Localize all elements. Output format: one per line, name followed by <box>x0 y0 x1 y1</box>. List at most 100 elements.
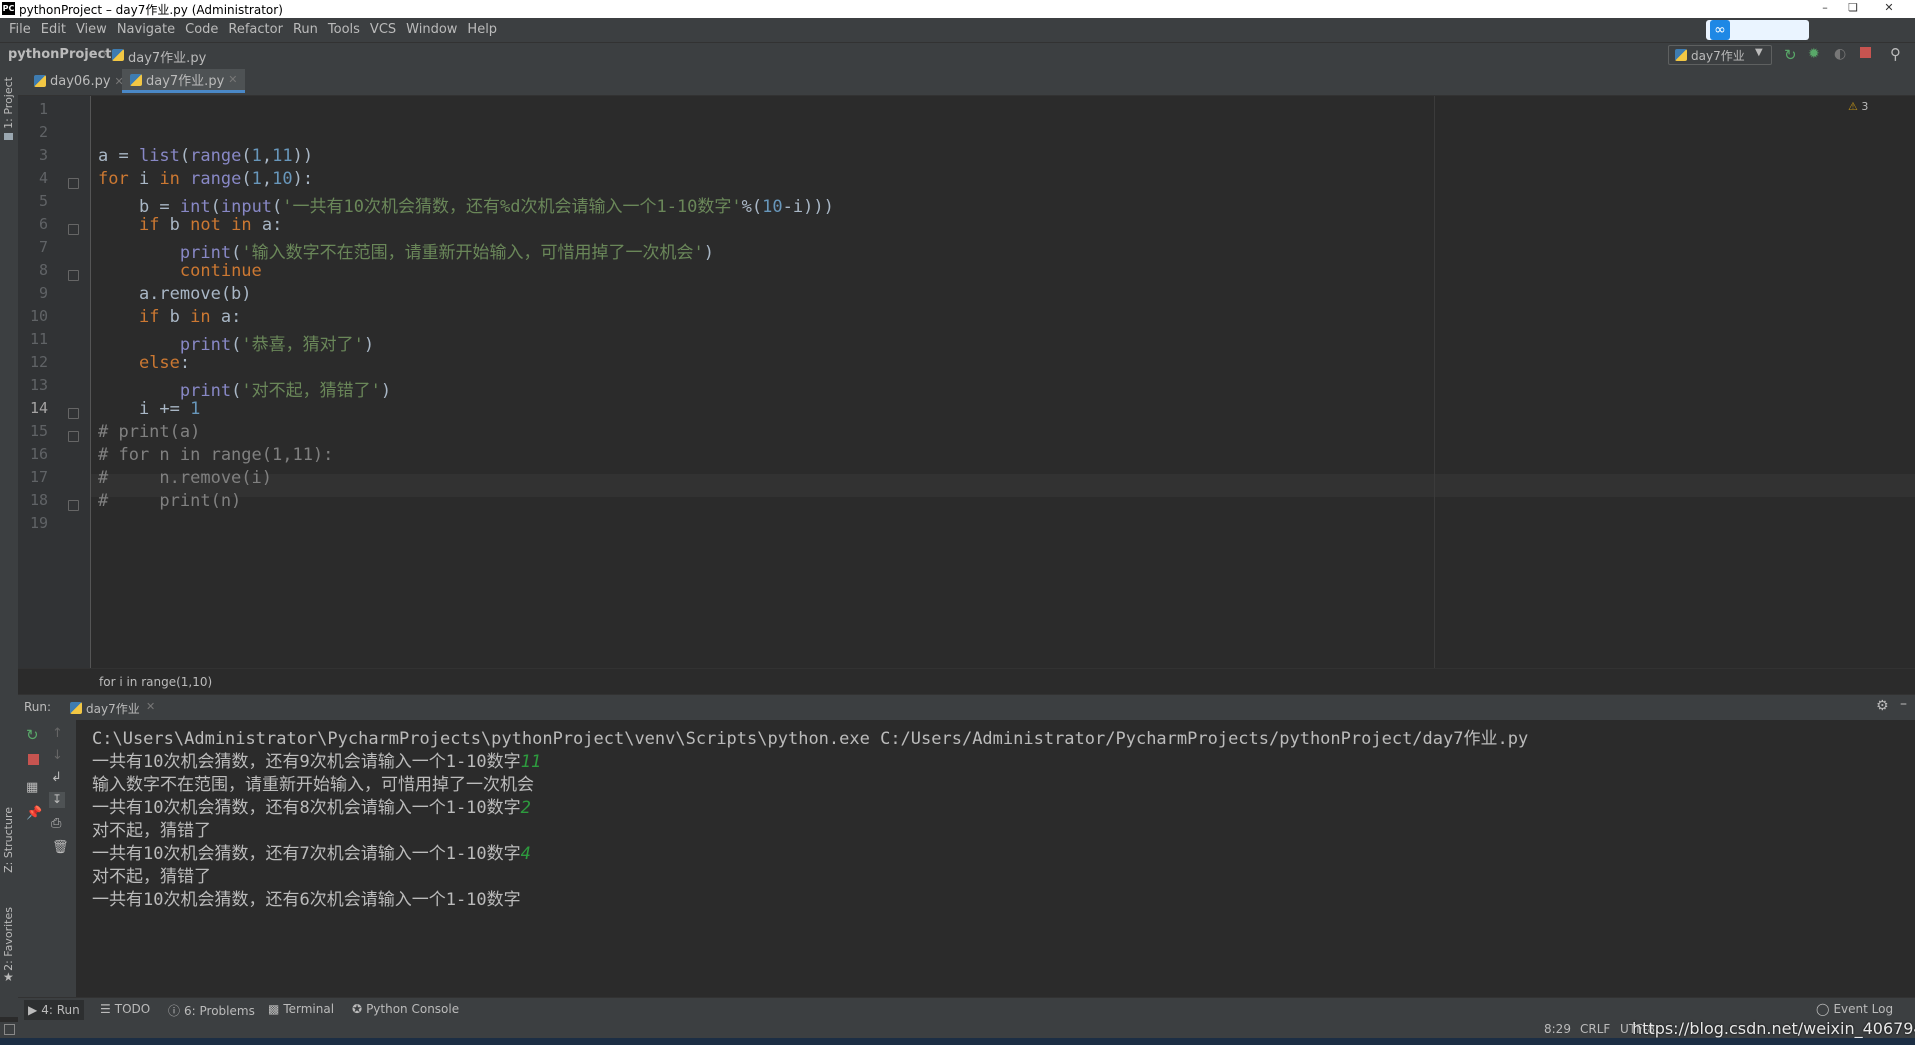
fold-marker-icon[interactable] <box>68 224 79 235</box>
code-line: continue <box>179 261 262 281</box>
todo-tool-button[interactable]: ☰ TODO <box>100 1002 150 1016</box>
line-number: 16 <box>29 445 48 463</box>
info-icon: ⓘ <box>168 1004 181 1018</box>
navigation-bar: pythonProject › day7作业.py day7作业 ▼ ↻ ✹ ◐… <box>0 42 1915 67</box>
list-icon: ☰ <box>100 1002 111 1016</box>
fold-marker-icon[interactable] <box>68 408 79 419</box>
line-number: 5 <box>38 192 48 210</box>
close-button[interactable]: ✕ <box>1876 0 1902 16</box>
rerun-icon[interactable]: ↻ <box>1784 46 1797 64</box>
run-tool-label: 4: Run <box>41 1003 80 1017</box>
line-separator[interactable]: CRLF <box>1580 1022 1610 1036</box>
code-line: print('对不起，猜错了') <box>179 381 392 401</box>
rerun-icon[interactable]: ↻ <box>26 726 39 744</box>
code-editor[interactable]: 1 2 3 4 5 6 7 8 9 10 11 12 13 14 15 16 1… <box>18 96 1915 668</box>
cloud-icon: ∞ <box>1710 20 1730 40</box>
console-output-text: 对不起，猜错了 <box>92 821 211 841</box>
trash-icon[interactable]: 🗑 <box>52 840 69 855</box>
search-icon[interactable]: ⚲ <box>1890 45 1901 63</box>
code-line: print('输入数字不在范围，请重新开始输入，可惜用掉了一次机会') <box>179 243 715 263</box>
play-icon: ▶ <box>28 1003 38 1017</box>
menu-help[interactable]: Help <box>462 22 502 37</box>
menu-window[interactable]: Window <box>401 22 462 37</box>
run-console[interactable]: C:\Users\Administrator\PycharmProjects\p… <box>76 720 1915 997</box>
pin-icon[interactable]: 📌 <box>26 806 42 821</box>
watermark-text: https://blog.csdn.net/weixin_40679492 <box>1632 1019 1915 1038</box>
fold-marker-icon[interactable] <box>68 178 79 189</box>
print-icon[interactable]: ⎙ <box>51 816 61 831</box>
pycharm-logo-icon: PC <box>2 2 15 15</box>
fold-marker-icon[interactable] <box>68 270 79 281</box>
debug-icon[interactable]: ✹ <box>1808 46 1820 62</box>
menu-edit[interactable]: Edit <box>36 22 71 37</box>
menu-code[interactable]: Code <box>180 22 223 37</box>
menu-tools[interactable]: Tools <box>323 22 365 37</box>
run-tool-button[interactable]: ▶ 4: Run <box>24 1000 84 1020</box>
gear-icon[interactable]: ⚙ <box>1876 698 1889 714</box>
menu-view[interactable]: View <box>71 22 112 37</box>
soft-wrap-icon[interactable]: ↲ <box>51 770 62 785</box>
run-label: Run: <box>24 700 52 714</box>
todo-tool-label: TODO <box>114 1002 151 1016</box>
warning-indicator[interactable]: ⚠ 3 <box>1848 100 1868 113</box>
python-file-icon <box>34 75 46 87</box>
python-console-icon: ✪ <box>352 1002 363 1016</box>
os-taskbar <box>0 1038 1915 1045</box>
fold-marker-icon[interactable] <box>68 500 79 511</box>
scroll-to-end-icon[interactable]: ↧ <box>49 792 65 808</box>
caret-position[interactable]: 8:29 <box>1544 1022 1571 1036</box>
nav-project[interactable]: pythonProject <box>8 47 112 62</box>
python-console-tool-button[interactable]: ✪ Python Console <box>352 1002 459 1016</box>
code-line: else: <box>138 353 191 373</box>
console-user-input: 2 <box>520 798 531 818</box>
minimize-button[interactable]: – <box>1812 0 1838 16</box>
console-output-text: 一共有10次机会猜数，还有8次机会请输入一个1-10数字 <box>92 798 521 818</box>
run-config-select[interactable]: day7作业 ▼ <box>1668 45 1772 65</box>
code-line: if b in a: <box>138 307 242 327</box>
favorites-tool-button[interactable]: 2: Favorites <box>2 907 15 971</box>
menu-navigate[interactable]: Navigate <box>112 22 180 37</box>
maximize-button[interactable]: ❏ <box>1840 0 1866 16</box>
terminal-tool-button[interactable]: ▩ Terminal <box>268 1002 334 1016</box>
tab-day7[interactable]: day7作业.py ✕ <box>122 69 246 93</box>
line-number: 2 <box>38 123 48 141</box>
stop-icon[interactable] <box>28 754 39 765</box>
window-title-bar: PC pythonProject – day7作业.py (Administra… <box>0 0 1915 18</box>
menu-items: File Edit View Navigate Code Refactor Ru… <box>4 22 502 37</box>
tab-day06[interactable]: day06.py ✕ <box>26 69 132 93</box>
stop-icon[interactable] <box>1860 47 1871 58</box>
layout-toggle-icon[interactable] <box>4 1024 15 1035</box>
cloud-widget[interactable]: ∞ <box>1706 20 1809 40</box>
tool-window-bar: ▶ 4: Run ☰ TODO ⓘ 6: Problems ▩ Terminal… <box>18 997 1915 1023</box>
run-config-label: day7作业 <box>1691 49 1745 63</box>
arrow-up-icon[interactable]: ↑ <box>52 726 63 741</box>
project-tool-button[interactable]: 1: Project <box>2 77 15 129</box>
line-number: 13 <box>29 376 48 394</box>
arrow-down-icon[interactable]: ↓ <box>52 748 63 763</box>
coverage-icon[interactable]: ◐ <box>1834 46 1846 62</box>
line-number: 14 <box>29 399 48 417</box>
nav-file[interactable]: day7作业.py <box>128 47 206 66</box>
problems-tool-button[interactable]: ⓘ 6: Problems <box>168 1002 255 1019</box>
structure-tool-button[interactable]: Z: Structure <box>2 807 15 873</box>
run-tab-label[interactable]: day7作业 <box>86 700 140 717</box>
menu-run[interactable]: Run <box>288 22 323 37</box>
close-tab-icon[interactable]: ✕ <box>228 73 237 86</box>
line-number: 4 <box>38 169 48 187</box>
event-log-tool-button[interactable]: ◯ Event Log <box>1816 1002 1893 1016</box>
event-log-icon: ◯ <box>1816 1002 1830 1016</box>
menu-file[interactable]: File <box>4 22 36 37</box>
line-number: 17 <box>29 468 48 486</box>
menu-vcs[interactable]: VCS <box>365 22 401 37</box>
close-tab-icon[interactable]: ✕ <box>146 700 155 713</box>
run-toolbar: ↻ ▦ 📌 ↑ ↓ ↲ ↧ ⎙ 🗑 <box>18 720 76 997</box>
python-console-tool-label: Python Console <box>366 1002 460 1016</box>
breadcrumb-scope[interactable]: for i in range(1,10) <box>99 675 212 689</box>
code-line: # for n in range(1,11): <box>98 445 334 465</box>
editor-breadcrumb: for i in range(1,10) <box>18 668 1915 695</box>
layout-icon[interactable]: ▦ <box>26 780 38 795</box>
menu-refactor[interactable]: Refactor <box>223 22 288 37</box>
hide-panel-icon[interactable]: – <box>1900 696 1907 712</box>
problems-tool-label: 6: Problems <box>184 1003 255 1018</box>
fold-marker-icon[interactable] <box>68 431 79 442</box>
